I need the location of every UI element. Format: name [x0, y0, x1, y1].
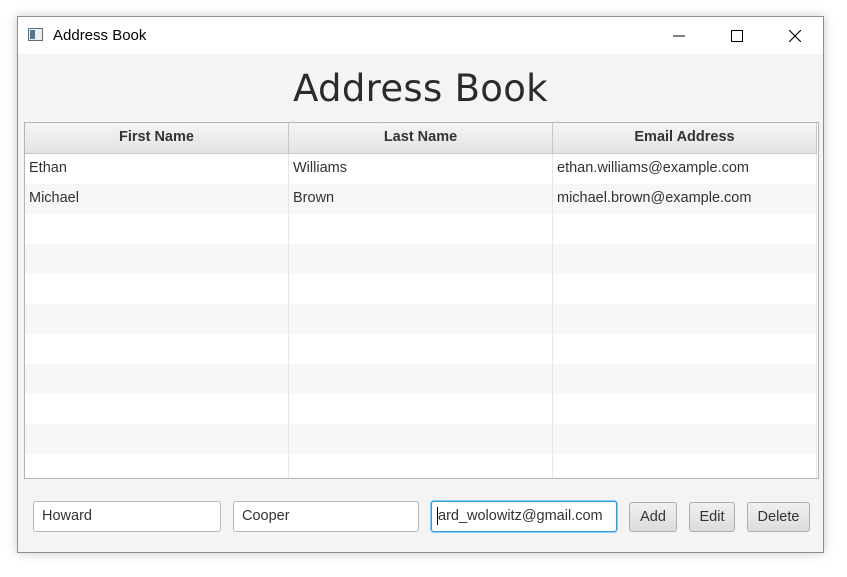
window-title: Address Book: [53, 27, 147, 44]
cell-email: michael.brown@example.com: [553, 184, 817, 214]
close-button[interactable]: [766, 17, 824, 54]
table-row[interactable]: [25, 454, 817, 478]
app-window: Address Book Address Book First Name Las…: [17, 16, 824, 553]
table-body: Ethan Williams ethan.williams@example.com M…: [25, 154, 817, 478]
cell-last-name: Williams: [289, 154, 553, 184]
table-header: First Name Last Name Email Address: [25, 123, 817, 154]
cell-first-name: Michael: [25, 184, 289, 214]
cell-last-name: [289, 304, 553, 334]
cell-email: [553, 364, 817, 394]
delete-button[interactable]: Delete: [747, 502, 810, 532]
table-row[interactable]: [25, 274, 817, 304]
table-row[interactable]: [25, 244, 817, 274]
first-name-field[interactable]: Howard: [33, 501, 221, 532]
cell-last-name: [289, 394, 553, 424]
add-button[interactable]: Add: [629, 502, 677, 532]
cell-email: [553, 274, 817, 304]
email-field-text: ard_wolowitz@gmail.com: [438, 508, 603, 524]
cell-email: [553, 334, 817, 364]
cell-first-name: [25, 274, 289, 304]
cell-email: ethan.williams@example.com: [553, 154, 817, 184]
table-row[interactable]: [25, 364, 817, 394]
cell-email: [553, 304, 817, 334]
minimize-button[interactable]: [650, 17, 708, 54]
table-row[interactable]: [25, 214, 817, 244]
cell-last-name: [289, 244, 553, 274]
cell-email: [553, 424, 817, 454]
page-heading: Address Book: [293, 67, 548, 110]
cell-email: [553, 394, 817, 424]
cell-first-name: [25, 394, 289, 424]
cell-last-name: [289, 214, 553, 244]
cell-first-name: Ethan: [25, 154, 289, 184]
table-row[interactable]: [25, 304, 817, 334]
cell-last-name: [289, 364, 553, 394]
contacts-table[interactable]: First Name Last Name Email Address Ethan…: [24, 122, 819, 479]
cell-last-name: [289, 454, 553, 478]
table-row[interactable]: [25, 334, 817, 364]
cell-email: [553, 244, 817, 274]
maximize-icon: [731, 29, 743, 42]
cell-first-name: [25, 334, 289, 364]
column-header-last-name[interactable]: Last Name: [289, 123, 553, 153]
column-header-first-name[interactable]: First Name: [25, 123, 289, 153]
cell-last-name: [289, 334, 553, 364]
email-field[interactable]: ard_wolowitz@gmail.com: [431, 501, 617, 532]
cell-first-name: [25, 214, 289, 244]
title-bar[interactable]: Address Book: [18, 17, 823, 54]
app-icon: [28, 28, 43, 41]
table-row[interactable]: [25, 394, 817, 424]
cell-first-name: [25, 244, 289, 274]
maximize-button[interactable]: [708, 17, 766, 54]
cell-first-name: [25, 424, 289, 454]
cell-email: [553, 214, 817, 244]
edit-button[interactable]: Edit: [689, 502, 735, 532]
minimize-icon: [673, 35, 685, 36]
close-icon: [789, 29, 801, 42]
cell-first-name: [25, 364, 289, 394]
cell-first-name: [25, 304, 289, 334]
cell-email: [553, 454, 817, 478]
table-row[interactable]: Ethan Williams ethan.williams@example.com: [25, 154, 817, 184]
form-bar: Howard Cooper ard_wolowitz@gmail.com Add…: [18, 501, 823, 535]
column-header-email[interactable]: Email Address: [553, 123, 817, 153]
cell-last-name: Brown: [289, 184, 553, 214]
cell-last-name: [289, 424, 553, 454]
table-row[interactable]: Michael Brown michael.brown@example.com: [25, 184, 817, 214]
cell-first-name: [25, 454, 289, 478]
table-row[interactable]: [25, 424, 817, 454]
last-name-field[interactable]: Cooper: [233, 501, 419, 532]
cell-last-name: [289, 274, 553, 304]
